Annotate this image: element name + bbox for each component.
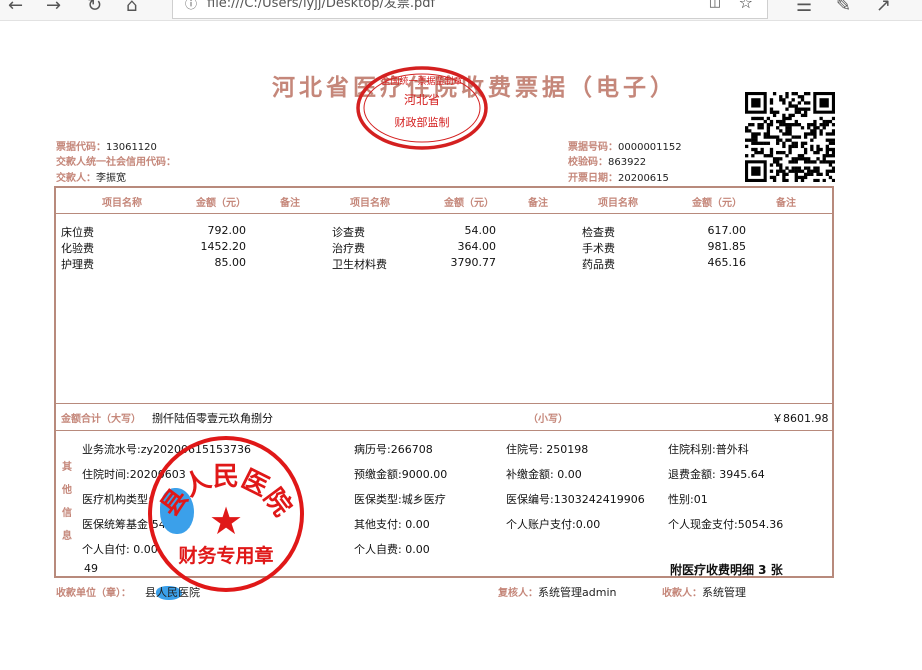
attached-details: 附医疗收费明细 3 张 (670, 563, 783, 577)
item-name: 床位费 (61, 226, 94, 239)
issue-date: 开票日期：20200615 (568, 173, 669, 184)
item-amount: 792.00 (207, 224, 247, 237)
item-name: 手术费 (582, 242, 615, 255)
info-gender: 性别:01 (668, 493, 708, 506)
qr-code (745, 92, 835, 182)
info-self-expense: 个人自费: 0.00 (354, 543, 430, 556)
info-admission-no: 住院号: 250198 (506, 443, 589, 456)
invoice-code: 票据代码：13061120 (56, 142, 157, 153)
info-refund: 退费金额: 3945.64 (668, 468, 765, 481)
hospital-finance-stamp: 县人民医院 ★ 财务专用章 (148, 436, 304, 592)
item-amount: 85.00 (214, 256, 247, 269)
check-code: 校验码：863922 (568, 157, 647, 168)
payee-unit: 收款单位（章）： 县人民医院 (56, 586, 200, 599)
total-top-divider (56, 403, 832, 404)
item-amount: 981.85 (707, 240, 747, 253)
info-insurance-type: 医保类型:城乡医疗 (354, 493, 446, 506)
favorites-list-icon[interactable]: ☰ (796, 0, 812, 16)
item-name: 护理费 (61, 258, 94, 271)
item-name: 治疗费 (332, 242, 365, 255)
info-institution-type: 医疗机构类型: (82, 493, 152, 506)
pen-icon[interactable]: ✎ (836, 0, 851, 16)
item-amount: 3790.77 (450, 256, 497, 269)
col-name-3: 项目名称 (598, 198, 638, 209)
total-label: 金额合计（大写） (61, 414, 141, 425)
info-trailing-number: 49 (84, 562, 98, 575)
supervision-stamp: 全国统一票据监制章 河北省 财政部监制 (356, 66, 488, 150)
invoice-number: 票据号码：0000001152 (568, 142, 682, 153)
other-info-label: 其他信息 (62, 462, 72, 542)
stamp-finance-text: 财务专用章 (178, 544, 273, 567)
item-name: 药品费 (582, 258, 615, 271)
col-note-3: 备注 (776, 198, 796, 209)
payer-credit-code: 交款人统一社会信用代码： (56, 157, 176, 168)
info-insurance-no: 医保编号:1303242419906 (506, 493, 645, 506)
stamp-line2: 河北省 (404, 93, 440, 107)
url-text[interactable]: file:///C:/Users/lyjj/Desktop/发票.pdf (207, 0, 435, 11)
share-icon[interactable]: ↗ (876, 0, 891, 16)
item-amount: 364.00 (457, 240, 497, 253)
info-record-no: 病历号:266708 (354, 443, 433, 456)
info-other-payment: 其他支付: 0.00 (354, 518, 430, 531)
reviewer: 复核人：系统管理admin (498, 586, 617, 599)
item-amount: 1452.20 (200, 240, 247, 253)
item-name: 检查费 (582, 226, 615, 239)
item-name: 化验费 (61, 242, 94, 255)
item-name: 卫生材料费 (332, 258, 387, 271)
stamp-line3: 财政部监制 (395, 115, 450, 129)
col-note-1: 备注 (280, 198, 300, 209)
collector: 收款人：系统管理 (662, 586, 746, 599)
forward-icon[interactable]: → (46, 0, 61, 16)
col-amount-2: 金额（元） (444, 198, 494, 209)
item-amount: 617.00 (707, 224, 747, 237)
total-small-label: （小写） (528, 414, 568, 425)
col-note-2: 备注 (528, 198, 548, 209)
col-amount-1: 金额（元） (196, 198, 246, 209)
info-department: 住院科别:普外科 (668, 443, 749, 456)
refresh-icon[interactable]: ↻ (87, 0, 102, 16)
col-amount-3: 金额（元） (692, 198, 742, 209)
item-name: 诊查费 (332, 226, 365, 239)
info-icon[interactable]: ⓘ (185, 0, 197, 12)
total-small: ￥8601.98 (772, 412, 829, 425)
col-name-1: 项目名称 (102, 198, 142, 209)
stamp-star: ★ (209, 499, 243, 543)
info-account-payment: 个人账户支付:0.00 (506, 518, 601, 531)
col-name-2: 项目名称 (350, 198, 390, 209)
total-upper: 捌仟陆佰零壹元玖角捌分 (152, 412, 273, 425)
back-icon[interactable]: ← (8, 0, 23, 16)
stamp-line1: 全国统一票据监制章 (381, 75, 462, 87)
home-icon[interactable]: ⌂ (126, 0, 137, 16)
address-bar[interactable]: ⓘ file:///C:/Users/lyjj/Desktop/发票.pdf ◫… (172, 0, 768, 19)
item-amount: 465.16 (707, 256, 747, 269)
header-divider (56, 213, 832, 214)
browser-toolbar: ← → ↻ ⌂ ⓘ file:///C:/Users/lyjj/Desktop/… (0, 0, 922, 21)
reading-view-icon[interactable]: ◫ (709, 0, 721, 10)
total-bottom-divider (56, 430, 832, 431)
info-cash-payment: 个人现金支付:5054.36 (668, 518, 784, 531)
payer: 交款人：李振宽 (56, 173, 126, 184)
info-prepaid: 预缴金额:9000.00 (354, 468, 448, 481)
info-supplement: 补缴金额: 0.00 (506, 468, 582, 481)
favorite-star-icon[interactable]: ☆ (739, 0, 753, 12)
item-amount: 54.00 (464, 224, 497, 237)
